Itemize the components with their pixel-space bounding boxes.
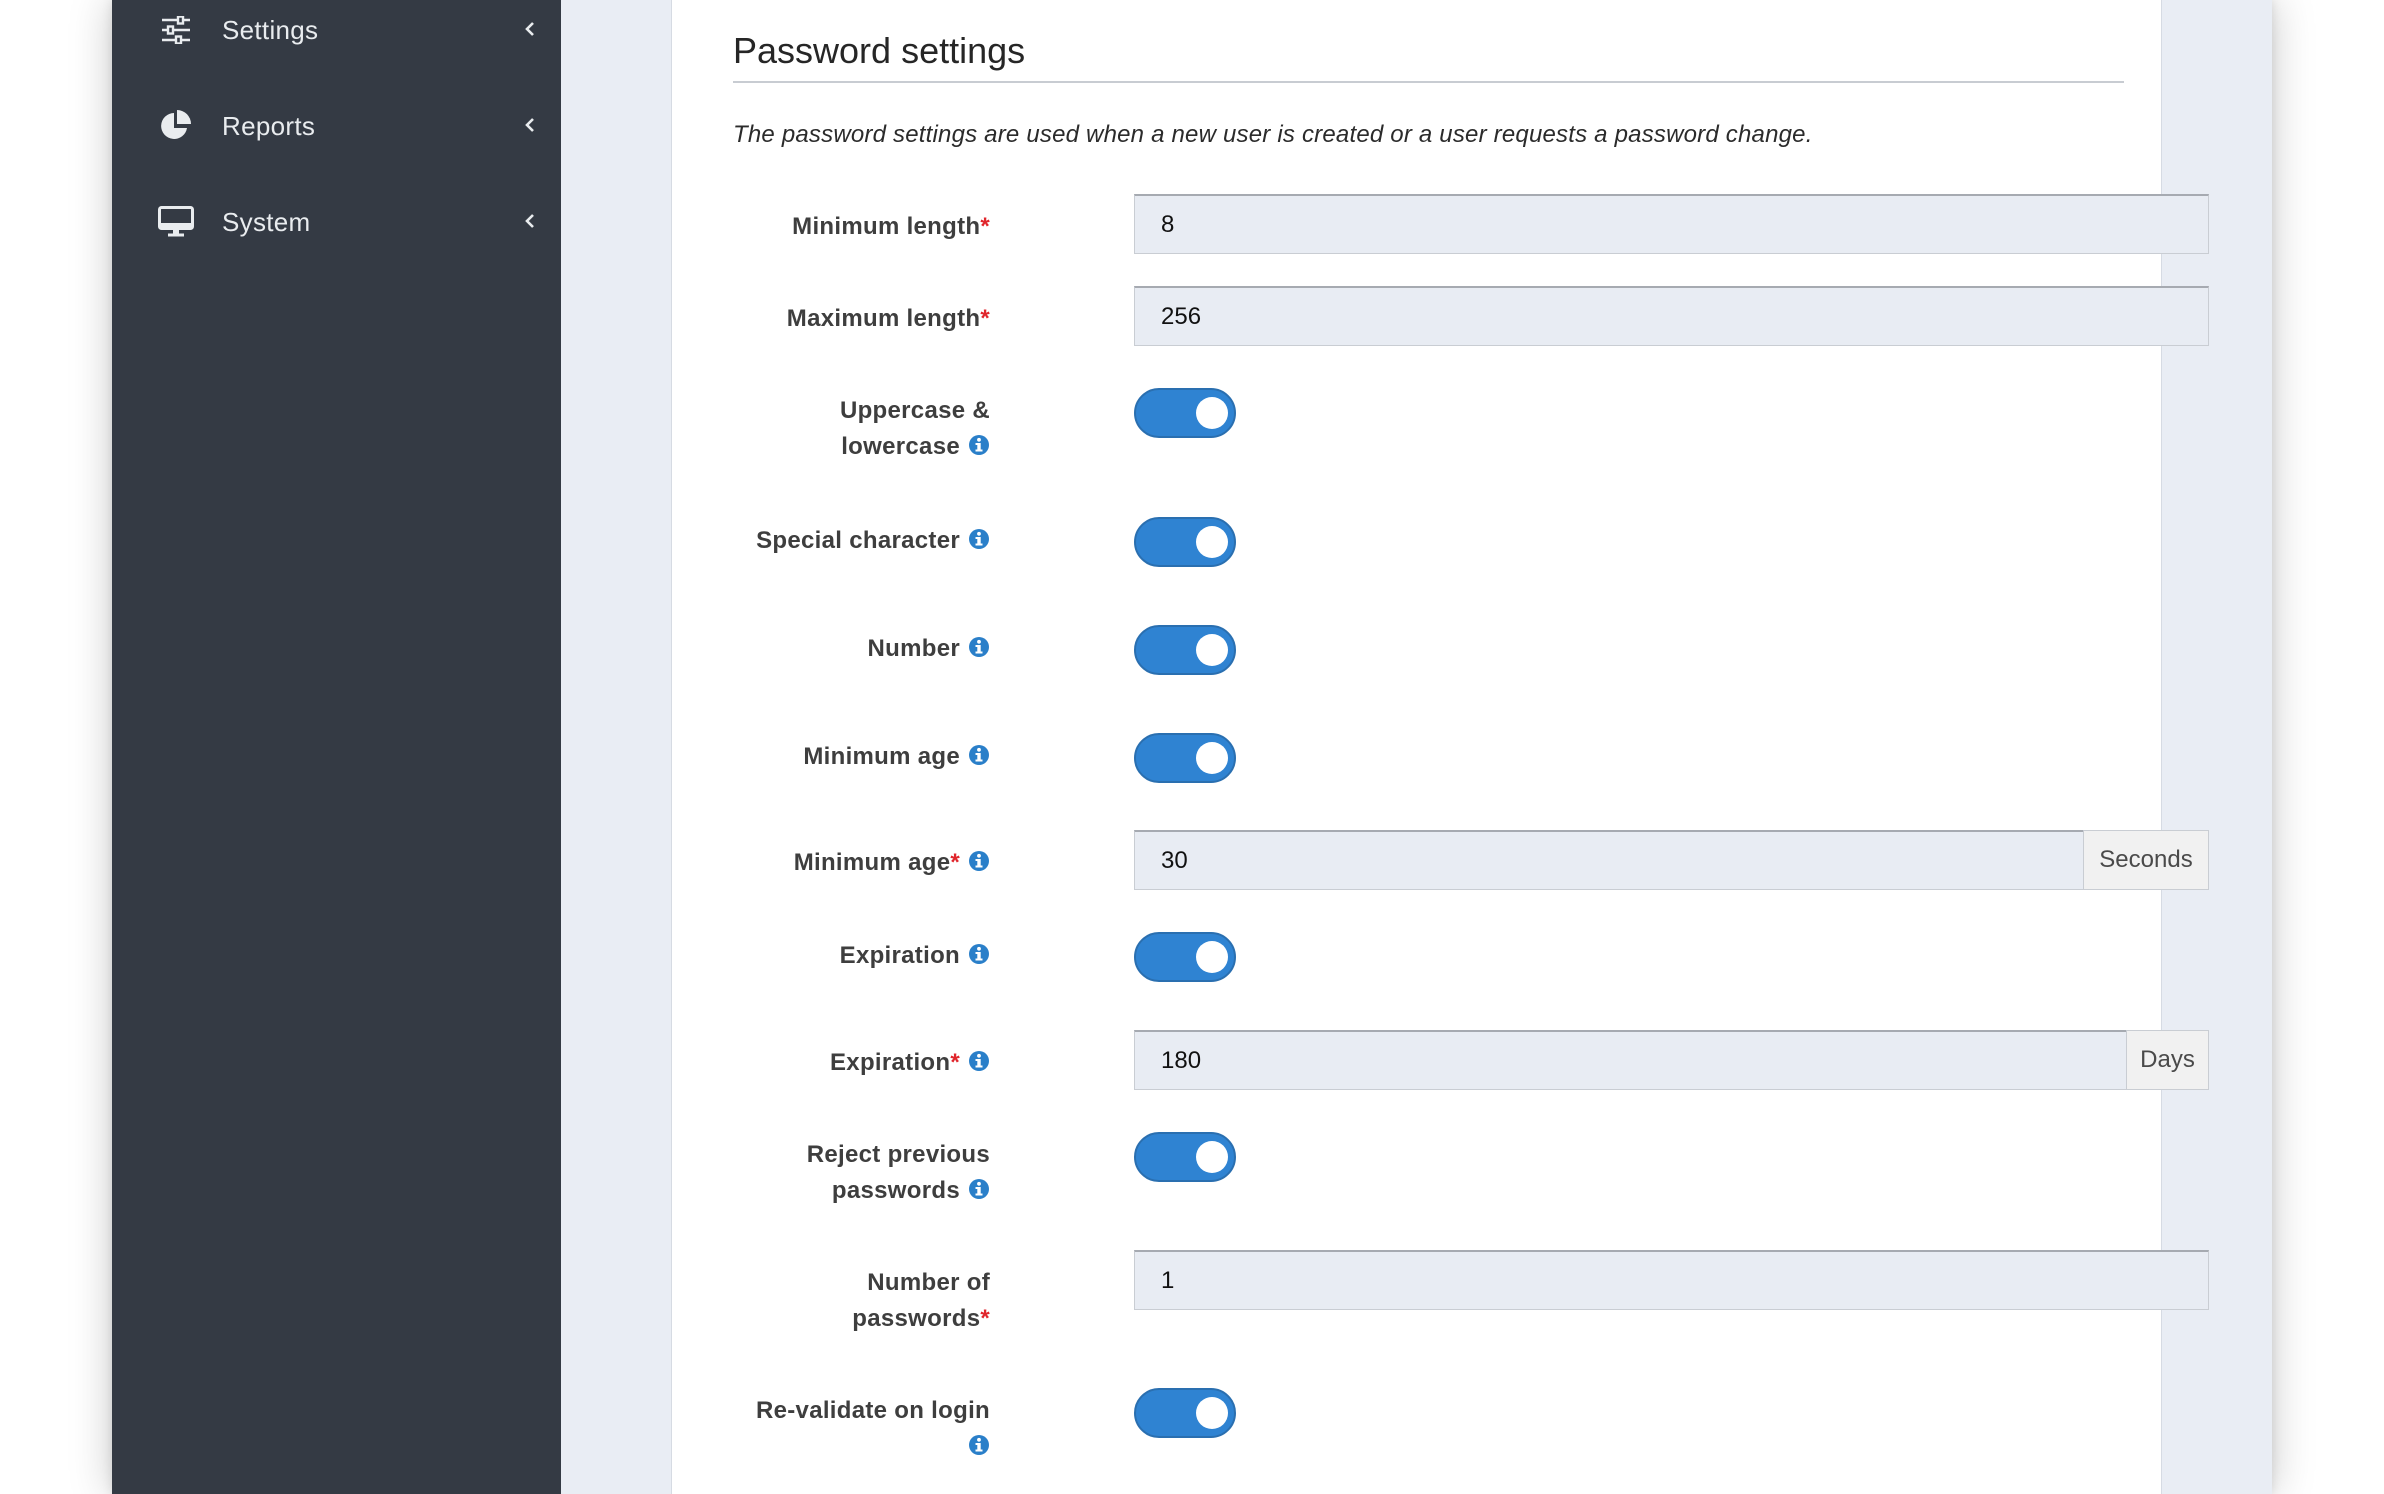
sidebar-item-settings[interactable]: Settings (112, 0, 561, 60)
required-marker: * (980, 213, 990, 240)
expiration-input[interactable]: 180 (1134, 1030, 2127, 1090)
revalidate-label: Re-validate on login (756, 1393, 990, 1465)
info-icon[interactable] (968, 850, 990, 872)
special-character-toggle[interactable] (1134, 517, 1236, 567)
revalidate-toggle[interactable] (1134, 1388, 1236, 1438)
info-icon[interactable] (968, 636, 990, 658)
required-marker: * (950, 1049, 960, 1076)
chevron-left-icon (517, 208, 543, 234)
special-character-label: Special character (756, 523, 990, 559)
required-marker: * (980, 305, 990, 332)
min-age-toggle-label: Minimum age (803, 739, 990, 775)
toggle-knob (1196, 742, 1228, 774)
number-label: Number (868, 631, 990, 667)
toggle-knob (1196, 634, 1228, 666)
password-settings-panel: Password settings The password settings … (671, 0, 2209, 1494)
monitor-icon (158, 204, 194, 240)
max-length-label: Maximum length* (786, 305, 990, 332)
toggle-knob (1196, 941, 1228, 973)
toggle-knob (1196, 1397, 1228, 1429)
info-icon[interactable] (968, 1434, 990, 1456)
toggle-knob (1196, 397, 1228, 429)
divider (733, 81, 2124, 83)
max-length-input[interactable]: 256 (1134, 286, 2209, 346)
required-marker: * (950, 849, 960, 876)
info-icon[interactable] (968, 744, 990, 766)
number-of-passwords-input[interactable]: 1 (1134, 1250, 2209, 1310)
reject-previous-label: Reject previous passwords (806, 1141, 990, 1204)
sidebar-item-reports[interactable]: Reports (112, 96, 561, 156)
required-marker: * (980, 1305, 990, 1332)
sidebar-item-label: Settings (222, 15, 319, 45)
info-icon[interactable] (968, 528, 990, 550)
chevron-left-icon (517, 112, 543, 138)
sidebar-item-label: Reports (222, 111, 316, 141)
sliders-icon (158, 12, 194, 48)
expiration-unit-addon: Days (2126, 1030, 2209, 1090)
min-age-unit-addon: Seconds (2083, 830, 2209, 890)
info-icon[interactable] (968, 1050, 990, 1072)
reject-previous-toggle[interactable] (1134, 1132, 1236, 1182)
panel-description: The password settings are used when a ne… (733, 121, 1813, 148)
chevron-left-icon (517, 16, 543, 42)
min-age-value-label: Minimum age* (794, 845, 990, 881)
toggle-knob (1196, 526, 1228, 558)
number-of-passwords-label: Number of passwords* (852, 1269, 990, 1332)
min-age-input[interactable]: 30 (1134, 830, 2084, 890)
info-icon[interactable] (968, 434, 990, 456)
min-age-toggle[interactable] (1134, 733, 1236, 783)
number-toggle[interactable] (1134, 625, 1236, 675)
expiration-value-label: Expiration* (830, 1045, 990, 1081)
uppercase-lowercase-toggle[interactable] (1134, 388, 1236, 438)
sidebar: Settings Reports System (112, 0, 561, 1494)
page-title: Password settings (733, 30, 1026, 71)
expiration-toggle[interactable] (1134, 932, 1236, 982)
info-icon[interactable] (968, 1178, 990, 1200)
app-window: Settings Reports System Password setting… (112, 0, 2272, 1494)
toggle-knob (1196, 1141, 1228, 1173)
expiration-toggle-label: Expiration (840, 938, 990, 974)
sidebar-item-system[interactable]: System (112, 192, 561, 252)
info-icon[interactable] (968, 943, 990, 965)
min-length-label: Minimum length* (792, 213, 990, 240)
uppercase-lowercase-label: Uppercase & lowercase (839, 397, 990, 460)
sidebar-item-label: System (222, 207, 311, 237)
min-length-input[interactable]: 8 (1134, 194, 2209, 254)
pie-chart-icon (158, 108, 194, 144)
